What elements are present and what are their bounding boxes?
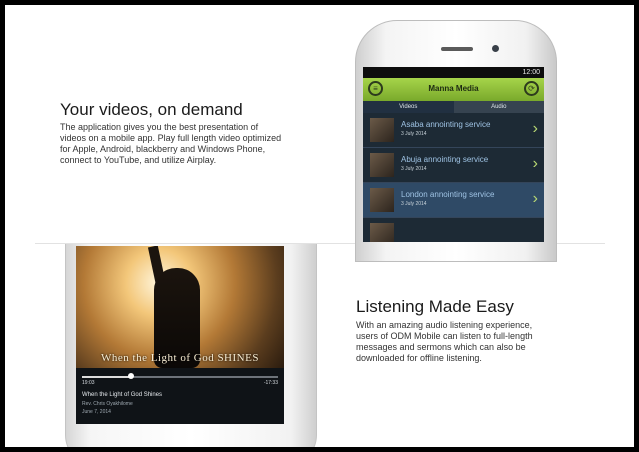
time-elapsed: 19:03 <box>82 380 95 386</box>
chevron-right-icon: › <box>532 190 538 207</box>
audio-heading: Listening Made Easy <box>356 297 514 316</box>
video-thumbnail <box>370 118 394 142</box>
list-item[interactable]: Asaba annointing service 3 July 2014 › <box>363 113 544 148</box>
chevron-right-icon: › <box>532 155 538 172</box>
refresh-icon[interactable]: ⟳ <box>524 81 539 96</box>
list-item[interactable]: London annointing service 3 July 2014 › <box>363 183 544 218</box>
video-thumbnail <box>370 223 394 242</box>
audio-description: With an amazing audio listening experien… <box>356 320 533 363</box>
list-item-title: London annointing service <box>401 190 495 199</box>
album-art-title: When the Light of God SHINES <box>101 352 259 364</box>
audio-player-screen: When the Light of God SHINES 19:03 -17:3… <box>76 246 284 424</box>
speaker-grille <box>441 47 473 51</box>
status-time: 12:00 <box>522 69 540 76</box>
progress-bar[interactable] <box>82 373 278 379</box>
album-art: When the Light of God SHINES <box>76 246 284 368</box>
list-item-date: 3 July 2014 <box>401 166 427 172</box>
video-list-screen: 12:00 ≡ Manna Media ⟳ Videos Audio Asaba… <box>363 67 544 242</box>
video-thumbnail <box>370 188 394 212</box>
list-item-date: 3 July 2014 <box>401 131 427 137</box>
list-item-title: Abuja annointing service <box>401 155 489 164</box>
list-item-date: 3 July 2014 <box>401 201 427 207</box>
tab-audio[interactable]: Audio <box>454 101 545 113</box>
tab-videos[interactable]: Videos <box>363 101 454 113</box>
app-title: Manna Media <box>428 84 479 93</box>
app-bar: ≡ Manna Media ⟳ <box>363 78 544 101</box>
track-title: When the Light of God Shines <box>82 392 163 398</box>
progress-knob[interactable] <box>128 373 134 379</box>
videos-heading: Your videos, on demand <box>60 100 243 119</box>
status-bar: 12:00 <box>363 67 544 78</box>
tab-bar: Videos Audio <box>363 101 544 113</box>
chevron-right-icon: › <box>532 120 538 137</box>
track-date: June 7, 2014 <box>82 409 111 415</box>
list-item-title: Asaba annointing service <box>401 120 491 129</box>
list-item[interactable]: Abuja annointing service 3 July 2014 › <box>363 148 544 183</box>
video-thumbnail <box>370 153 394 177</box>
list-item[interactable] <box>363 218 544 242</box>
track-subtitle: Rev. Chris Oyakhilome <box>82 401 133 407</box>
front-camera <box>492 45 499 52</box>
progress-fill <box>82 376 131 378</box>
time-remaining: -17:33 <box>263 380 278 386</box>
videos-description: The application gives you the best prese… <box>60 122 282 165</box>
